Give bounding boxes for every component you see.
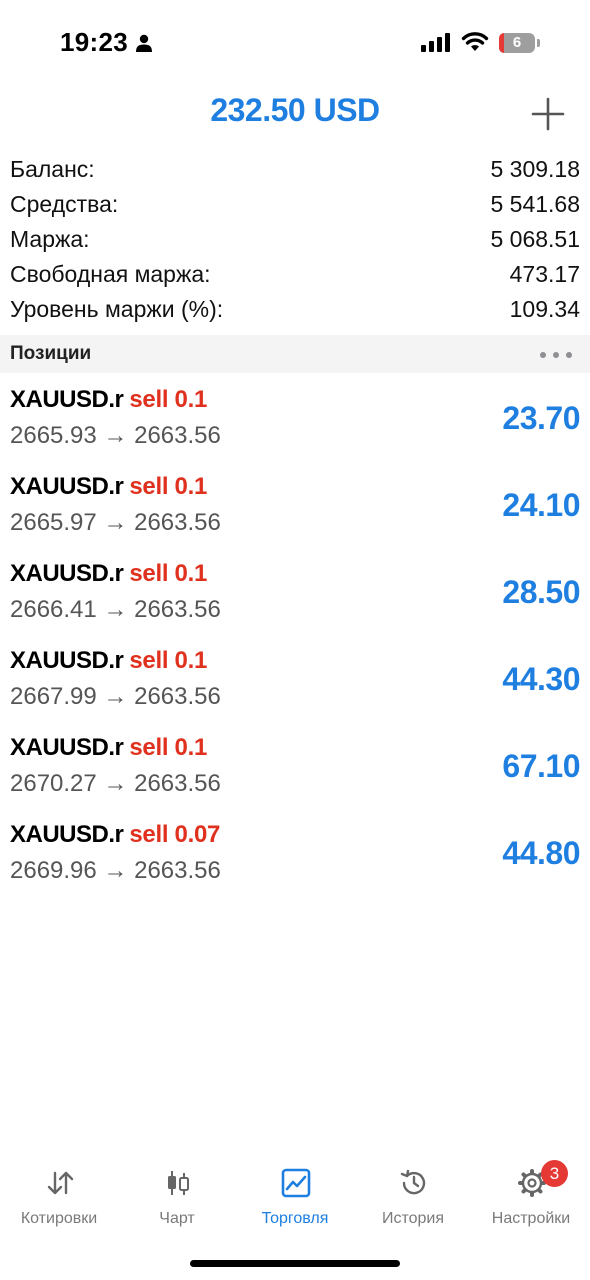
tab-settings[interactable]: Настройки	[472, 1160, 590, 1230]
equity-label: Средства:	[10, 191, 119, 217]
position-row[interactable]: XAUUSD.r sell 0.07 2669.96 → 2663.56 44.8…	[0, 813, 590, 900]
position-side-volume: sell 0.1	[129, 473, 208, 500]
positions-section-header: Позиции	[0, 335, 590, 373]
status-time: 19:23	[60, 27, 128, 57]
balance-label: Баланс:	[10, 156, 95, 182]
tab-quotes[interactable]: Котировки	[0, 1160, 118, 1230]
position-profit: 23.70	[502, 400, 580, 436]
tab-history-label: История	[381, 1210, 445, 1227]
position-profit: 24.10	[502, 487, 580, 523]
position-prices: 2669.96 → 2663.56	[10, 857, 221, 884]
position-row[interactable]: XAUUSD.r sell 0.1 2667.99 → 2663.56 44.30	[0, 639, 590, 726]
plus-icon[interactable]	[530, 96, 566, 132]
tab-history[interactable]: История	[354, 1160, 472, 1230]
equity-value: 5 541.68	[490, 191, 580, 217]
margin-level-value: 109.34	[509, 296, 580, 322]
battery-icon: 6	[499, 33, 541, 53]
positions-title: Позиции	[10, 343, 92, 364]
position-symbol: XAUUSD.r	[10, 647, 124, 674]
position-symbol: XAUUSD.r	[10, 560, 124, 587]
battery-level: 6	[512, 34, 522, 51]
tab-quotes-label: Котировки	[20, 1210, 98, 1227]
tab-settings-label: Настройки	[491, 1210, 571, 1227]
free-margin-label: Свободная маржа:	[10, 261, 211, 287]
margin-label: Маржа:	[10, 226, 90, 252]
positions-list: XAUUSD.r sell 0.1 2665.93 → 2663.56 23.70…	[0, 378, 590, 900]
margin-value: 5 068.51	[490, 226, 580, 252]
tab-trade[interactable]: Торговля	[236, 1160, 354, 1230]
position-side-volume: sell 0.1	[129, 647, 208, 674]
home-indicator[interactable]	[190, 1260, 400, 1267]
position-row[interactable]: XAUUSD.r sell 0.1 2665.97 → 2663.56 24.10	[0, 465, 590, 552]
position-side-volume: sell 0.07	[129, 821, 221, 848]
position-prices: 2665.97 → 2663.56	[10, 509, 221, 536]
balance-value: 5 309.18	[490, 156, 580, 182]
cellular-signal-icon	[421, 33, 450, 52]
free-margin-row: Свободная маржа: 473.17	[0, 257, 590, 292]
margin-level-row: Уровень маржи (%): 109.34	[0, 292, 590, 327]
candlestick-chart-icon	[168, 1171, 189, 1195]
position-symbol: XAUUSD.r	[10, 821, 124, 848]
trade-chart-icon	[281, 1168, 311, 1198]
position-profit: 28.50	[502, 574, 580, 610]
position-row[interactable]: XAUUSD.r sell 0.1 2665.93 → 2663.56 23.70	[0, 378, 590, 465]
position-symbol: XAUUSD.r	[10, 734, 124, 761]
position-row[interactable]: XAUUSD.r sell 0.1 2670.27 → 2663.56 67.10	[0, 726, 590, 813]
position-prices: 2665.93 → 2663.56	[10, 422, 221, 449]
position-side-volume: sell 0.1	[129, 560, 208, 587]
margin-row: Маржа: 5 068.51	[0, 222, 590, 257]
margin-level-label: Уровень маржи (%):	[10, 296, 224, 322]
equity-row: Средства: 5 541.68	[0, 187, 590, 222]
position-prices: 2670.27 → 2663.56	[10, 770, 221, 797]
person-icon	[136, 34, 152, 52]
bottom-tab-bar: Котировки Чарт Торговля История Настройк…	[0, 1160, 590, 1250]
account-profit-total: 232.50 USD	[210, 92, 380, 128]
tab-chart-label: Чарт	[159, 1210, 195, 1227]
position-side-volume: sell 0.1	[129, 734, 208, 761]
position-profit: 44.80	[502, 835, 580, 871]
more-options-icon[interactable]	[540, 352, 572, 358]
position-prices: 2667.99 → 2663.56	[10, 683, 221, 710]
account-summary: Баланс: 5 309.18 Средства: 5 541.68 Марж…	[0, 152, 590, 327]
tab-chart[interactable]: Чарт	[118, 1160, 236, 1230]
status-bar: 19:23 6	[0, 0, 590, 88]
position-side-volume: sell 0.1	[129, 386, 208, 413]
position-prices: 2666.41 → 2663.56	[10, 596, 221, 623]
tab-trade-label: Торговля	[261, 1210, 329, 1227]
position-profit: 67.10	[502, 748, 580, 784]
quotes-arrows-icon	[47, 1171, 74, 1195]
position-symbol: XAUUSD.r	[10, 473, 124, 500]
history-clock-icon	[400, 1169, 426, 1195]
settings-notification-badge: 3	[541, 1160, 568, 1187]
position-profit: 44.30	[502, 661, 580, 697]
position-symbol: XAUUSD.r	[10, 386, 124, 413]
balance-row: Баланс: 5 309.18	[0, 152, 590, 187]
wifi-icon	[461, 32, 489, 51]
position-row[interactable]: XAUUSD.r sell 0.1 2666.41 → 2663.56 28.50	[0, 552, 590, 639]
free-margin-value: 473.17	[509, 261, 580, 287]
